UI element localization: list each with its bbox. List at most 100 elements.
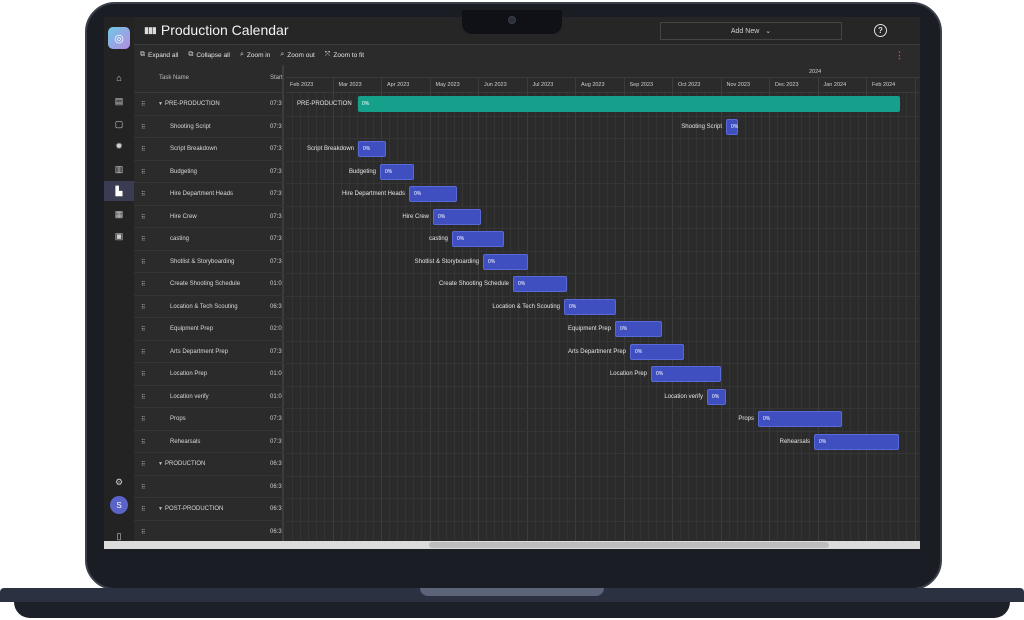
zoom-in-button[interactable]: ⌕ Zoom in — [240, 51, 270, 59]
bar-label: Props — [738, 416, 754, 422]
task-start: 06:3 — [270, 506, 282, 512]
task-bar[interactable]: 0% — [630, 343, 684, 360]
task-start: 07:3 — [270, 191, 282, 197]
task-bar[interactable]: 0% — [380, 163, 414, 180]
settings-icon[interactable]: ⚙ — [104, 472, 134, 492]
app-logo-icon[interactable]: ◎ — [108, 27, 130, 49]
task-start: 06:3 — [270, 461, 282, 467]
horizontal-scrollbar[interactable] — [104, 541, 920, 549]
task-bar[interactable]: 0% — [409, 186, 457, 202]
chart-icon[interactable]: ▙ — [104, 181, 134, 201]
drag-handle-icon[interactable]: ⠿ — [141, 371, 146, 378]
task-bar[interactable]: 0% — [564, 298, 616, 315]
task-bar[interactable]: 0% — [814, 433, 899, 450]
collapse-all-button[interactable]: ⧉ Collapse all — [188, 51, 230, 59]
task-row[interactable]: ⠿ Arts Department Prep 07:3 — [134, 341, 284, 363]
group-row[interactable]: ⠿ ▼ PRODUCTION 06:3 — [134, 453, 284, 476]
task-start: 07:3 — [270, 168, 282, 175]
help-icon[interactable]: ? — [874, 24, 887, 37]
task-row[interactable]: ⠿ casting 07:3 — [134, 228, 284, 251]
task-row[interactable]: ⠿ Budgeting 07:3 — [134, 161, 284, 183]
task-row[interactable]: ⠿ 06:3 — [134, 521, 284, 543]
drag-handle-icon[interactable]: ⠿ — [141, 169, 146, 176]
task-bar[interactable]: 0% — [513, 276, 567, 292]
task-row[interactable]: ⠿ Create Shooting Schedule 01:0 — [134, 273, 284, 296]
task-row[interactable]: ⠿ Location & Tech Scouting 06:3 — [134, 296, 284, 318]
drag-handle-icon[interactable]: ⠿ — [141, 394, 146, 401]
task-row[interactable]: ⠿ Location verify 01:0 — [134, 386, 284, 408]
chat-icon[interactable]: ▣ — [104, 226, 134, 246]
task-row[interactable]: ⠿ Equipment Prep 02:0 — [134, 318, 284, 341]
bar-label: Arts Department Prep — [567, 348, 626, 355]
task-row[interactable]: ⠿ Shotlist & Storyboarding 07:3 — [134, 251, 284, 273]
bar-label: Rehearsals — [779, 438, 810, 445]
task-row[interactable]: ⠿ Rehearsals 07:3 — [134, 431, 284, 453]
summary-bar[interactable]: 0% — [358, 96, 900, 112]
task-bar[interactable]: 0% — [758, 411, 842, 427]
task-list: Task Name Start ⠿ ▼ PRE-PRODUCTION 07:3 ⠿ Sho… — [134, 65, 284, 549]
task-row[interactable]: ⠿ Script Breakdown 07:3 — [134, 138, 284, 161]
drag-handle-icon[interactable]: ⠿ — [141, 124, 146, 131]
drag-handle-icon[interactable]: ⠿ — [141, 529, 146, 536]
task-name: Create Shooting Schedule — [170, 281, 241, 287]
drag-handle-icon[interactable]: ⠿ — [141, 484, 146, 491]
task-row[interactable]: ⠿ Hire Department Heads 07:3 — [134, 183, 284, 206]
drag-handle-icon[interactable]: ⠿ — [141, 326, 146, 333]
row-gridline — [286, 228, 920, 229]
drag-handle-icon[interactable]: ⠿ — [141, 259, 146, 266]
clipboard-icon[interactable]: ▢ — [104, 114, 134, 134]
task-bar[interactable]: 0% — [483, 253, 528, 270]
add-new-dropdown[interactable]: Add New ⌄ — [660, 22, 842, 40]
column-header-task-name[interactable]: Task Name — [159, 75, 189, 81]
row-gridline — [286, 138, 920, 139]
task-row[interactable]: ⠿ 06:3 — [134, 476, 284, 498]
document-icon[interactable]: ▤ — [104, 91, 134, 111]
grid-icon[interactable]: ▦ — [104, 204, 134, 224]
avatar[interactable]: S — [110, 496, 128, 514]
task-bar[interactable]: 0% — [452, 231, 504, 247]
task-bar[interactable]: 0% — [358, 141, 386, 157]
drag-handle-icon[interactable]: ⠿ — [141, 461, 146, 468]
screen: ◎ ⌂ ▤ ▢ ✹ ▥ ▙ ▦ ▣ ⚙ S ▯ ▮▮▮ Production C… — [104, 17, 920, 549]
home-icon[interactable]: ⌂ — [104, 68, 134, 88]
task-bar[interactable]: 0% — [433, 208, 481, 225]
group-row[interactable]: ⠿ ▼ PRE-PRODUCTION 07:3 — [134, 93, 284, 116]
expand-caret-icon[interactable]: ▼ — [158, 101, 163, 107]
expand-caret-icon[interactable]: ▼ — [158, 506, 163, 512]
drag-handle-icon[interactable]: ⠿ — [141, 191, 146, 198]
task-row[interactable]: ⠿ Props 07:3 — [134, 408, 284, 431]
file-icon[interactable]: ▥ — [104, 159, 134, 179]
zoom-out-button[interactable]: ⌕ Zoom out — [280, 51, 314, 59]
more-options-icon[interactable]: ⋮ — [895, 50, 904, 61]
drag-handle-icon[interactable]: ⠿ — [141, 146, 146, 153]
task-bar[interactable]: 0% — [707, 388, 726, 405]
month-label: Dec 2023 — [775, 82, 799, 88]
row-gridline — [286, 475, 920, 477]
zoom-to-fit-button[interactable]: ⤧ Zoom to fit — [325, 51, 364, 59]
task-name: Hire Department Heads — [170, 191, 234, 197]
month-label: Feb 2024 — [872, 82, 896, 88]
expand-icon: ⧉ — [140, 51, 145, 58]
task-bar[interactable]: 0% — [651, 366, 721, 382]
drag-handle-icon[interactable]: ⠿ — [141, 349, 146, 356]
expand-caret-icon[interactable]: ▼ — [158, 461, 163, 467]
add-new-label: Add New — [730, 27, 760, 35]
settings-gear-icon[interactable]: ✹ — [104, 136, 134, 156]
drag-handle-icon[interactable]: ⠿ — [141, 101, 146, 108]
group-row[interactable]: ⠿ ▼ POST-PRODUCTION 06:3 — [134, 498, 284, 521]
drag-handle-icon[interactable]: ⠿ — [141, 439, 146, 446]
drag-handle-icon[interactable]: ⠿ — [141, 281, 146, 288]
drag-handle-icon[interactable]: ⠿ — [141, 506, 146, 513]
scrollbar-thumb[interactable] — [429, 542, 829, 548]
task-row[interactable]: ⠿ Shooting Script 07:3 — [134, 116, 284, 138]
task-row[interactable]: ⠿ Hire Crew 07:3 — [134, 206, 284, 228]
task-bar[interactable]: 0% — [726, 118, 738, 135]
expand-all-button[interactable]: ⧉ Expand all — [140, 51, 178, 59]
task-bar[interactable]: 0% — [615, 321, 662, 337]
drag-handle-icon[interactable]: ⠿ — [141, 416, 146, 423]
drag-handle-icon[interactable]: ⠿ — [141, 214, 146, 221]
drag-handle-icon[interactable]: ⠿ — [141, 236, 146, 243]
task-row[interactable]: ⠿ Location Prep 01:0 — [134, 363, 284, 386]
column-header-start[interactable]: Start — [270, 75, 283, 81]
drag-handle-icon[interactable]: ⠿ — [141, 304, 146, 311]
